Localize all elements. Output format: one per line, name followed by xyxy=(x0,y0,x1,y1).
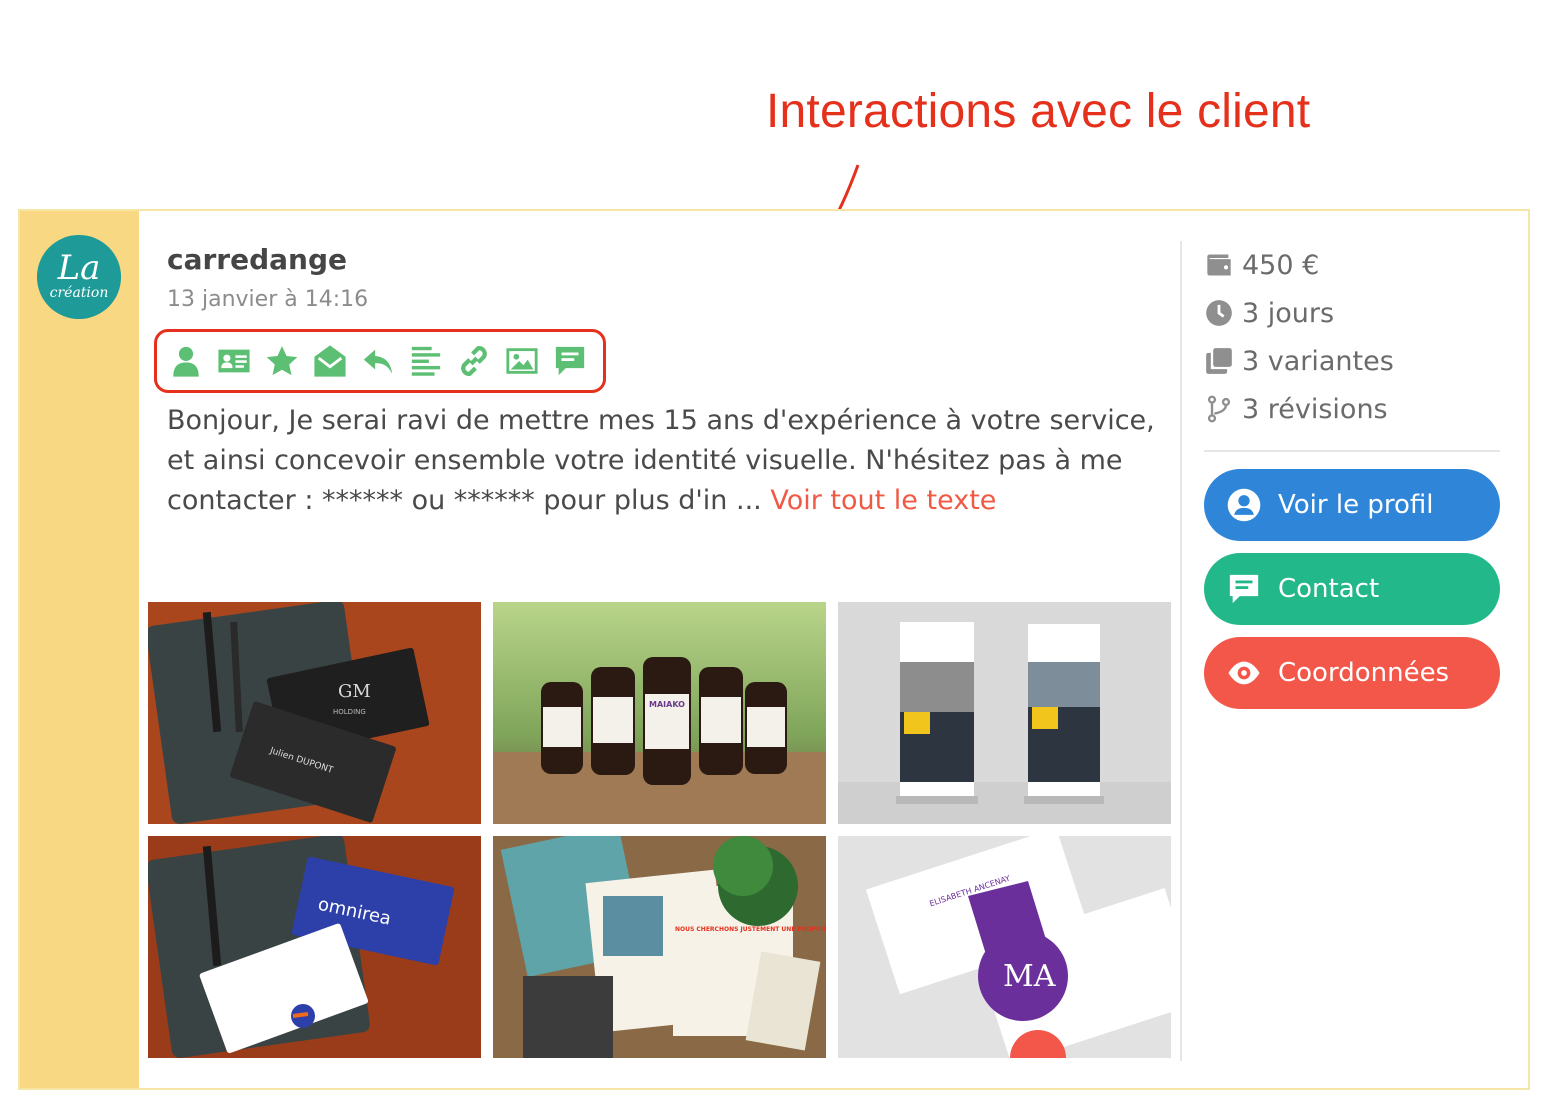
view-profile-label: Voir le profil xyxy=(1278,490,1434,520)
view-profile-button[interactable]: Voir le profil xyxy=(1204,469,1500,541)
wallet-icon xyxy=(1204,250,1234,280)
gm-logo-text: GM xyxy=(338,681,371,702)
svg-text:MA: MA xyxy=(1003,959,1056,994)
gallery-image-bottles[interactable]: MAIAKO xyxy=(493,602,826,824)
portfolio-gallery: GM HOLDING Julien DUPONT MAIAKO omnirea … xyxy=(148,602,1174,1058)
image-icon[interactable] xyxy=(503,342,540,379)
comment-icon xyxy=(1226,571,1262,607)
link-icon[interactable] xyxy=(455,342,492,379)
variants-value: 3 variantes xyxy=(1242,345,1394,377)
proposal-message: Bonjour, Je serai ravi de mettre mes 15 … xyxy=(167,401,1167,521)
contact-details-label: Coordonnées xyxy=(1278,658,1450,688)
gallery-image-business-card-omnirea[interactable]: omnirea xyxy=(148,836,481,1058)
svg-text:MAIAKO: MAIAKO xyxy=(649,700,685,709)
offer-stats: 450 € 3 jours 3 variantes 3 révisions xyxy=(1204,241,1394,433)
copy-icon xyxy=(1204,346,1234,376)
stats-divider xyxy=(1204,450,1500,452)
svg-text:La: La xyxy=(57,248,101,288)
code-branch-icon xyxy=(1204,394,1234,424)
post-date: 13 janvier à 14:16 xyxy=(167,287,369,312)
contact-details-button[interactable]: Coordonnées xyxy=(1204,637,1500,709)
clock-icon xyxy=(1204,298,1234,328)
stat-revisions: 3 révisions xyxy=(1204,385,1394,433)
interaction-icons xyxy=(167,342,588,379)
svg-text:création: création xyxy=(50,285,109,301)
stat-price: 450 € xyxy=(1204,241,1394,289)
user-circle-icon xyxy=(1226,487,1262,523)
annotation-title: Interactions avec le client xyxy=(766,85,1311,138)
envelope-open-icon[interactable] xyxy=(311,342,348,379)
revisions-value: 3 révisions xyxy=(1242,393,1388,425)
gallery-image-business-card-ma[interactable]: MA ELISABETH ANCENAY xyxy=(838,836,1171,1058)
svg-text:HOLDING: HOLDING xyxy=(333,708,366,716)
proposal-card: La création carredange 13 janvier à 14:1… xyxy=(18,209,1530,1090)
contact-button[interactable]: Contact xyxy=(1204,553,1500,625)
reply-icon[interactable] xyxy=(359,342,396,379)
interaction-icons-highlight xyxy=(154,329,606,393)
see-full-text-link[interactable]: Voir tout le texte xyxy=(770,485,996,516)
gallery-image-rollups[interactable] xyxy=(838,602,1171,824)
sidebar-divider xyxy=(1180,241,1182,1061)
avatar[interactable]: La création xyxy=(37,235,121,319)
card-stripe xyxy=(20,211,139,1088)
username[interactable]: carredange xyxy=(167,243,347,276)
comment-icon[interactable] xyxy=(551,342,588,379)
align-left-icon[interactable] xyxy=(407,342,444,379)
duration-value: 3 jours xyxy=(1242,297,1335,329)
contact-label: Contact xyxy=(1278,574,1380,604)
stat-variants: 3 variantes xyxy=(1204,337,1394,385)
gallery-image-flyers[interactable]: NOUS CHERCHONS JUSTEMENT UNE PROPRIÉTÉ C… xyxy=(493,836,826,1058)
star-icon[interactable] xyxy=(263,342,300,379)
user-icon[interactable] xyxy=(167,342,204,379)
price-value: 450 € xyxy=(1242,249,1320,281)
stat-duration: 3 jours xyxy=(1204,289,1394,337)
id-card-icon[interactable] xyxy=(215,342,252,379)
message-text: Bonjour, Je serai ravi de mettre mes 15 … xyxy=(167,405,1155,516)
gallery-image-business-card-gm[interactable]: GM HOLDING Julien DUPONT xyxy=(148,602,481,824)
svg-text:NOUS CHERCHONS JUSTEMENT UNE P: NOUS CHERCHONS JUSTEMENT UNE PROPRIÉTÉ C… xyxy=(675,925,826,933)
eye-icon xyxy=(1226,655,1262,691)
